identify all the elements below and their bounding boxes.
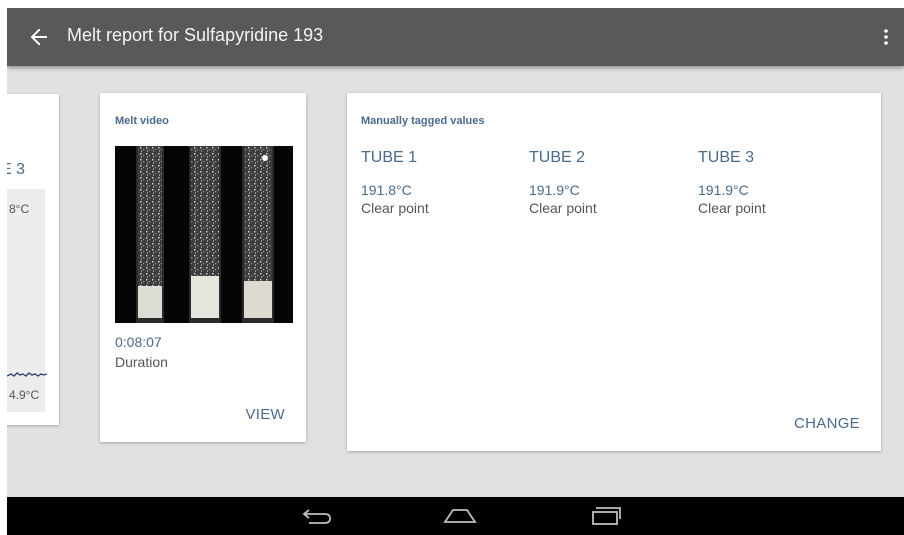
nav-recents-button[interactable] (585, 503, 625, 529)
back-icon (302, 509, 331, 524)
view-button[interactable]: VIEW (245, 406, 285, 423)
arrow-left-icon (30, 28, 47, 46)
recent-apps-icon (592, 507, 621, 525)
tube-heading: TUBE 2 (529, 149, 586, 166)
tube-3-column: TUBE 3 191.9°C Clear point (698, 149, 858, 216)
video-thumbnail[interactable] (115, 146, 293, 323)
app-screen: Melt report for Sulfapyridine 193 E 3 8°… (7, 8, 904, 535)
tube-heading: TUBE 1 (361, 149, 418, 166)
app-bar: Melt report for Sulfapyridine 193 (7, 8, 904, 66)
change-button[interactable]: CHANGE (794, 415, 860, 432)
tube-value-type: Clear point (529, 200, 597, 216)
tube-heading: TUBE 3 (698, 149, 755, 166)
melt-video-card: Melt video 0:08:07 Duration VIEW (100, 93, 306, 442)
tube-temperature: 191.9°C (529, 182, 580, 198)
tube-value-type: Clear point (698, 200, 766, 216)
temperature-chart-card[interactable]: E 3 8°C 4.9°C (7, 94, 59, 425)
home-icon (443, 509, 477, 523)
chart-trace (7, 372, 47, 377)
tagged-values-card: Manually tagged values TUBE 1 191.8°C Cl… (347, 93, 881, 451)
overflow-menu-button[interactable] (876, 24, 896, 50)
nav-back-button[interactable] (297, 503, 337, 529)
more-vertical-icon (884, 29, 888, 45)
video-duration-label: Duration (115, 354, 168, 370)
back-button[interactable] (25, 23, 53, 51)
tube-value-type: Clear point (361, 200, 429, 216)
tube-1-column: TUBE 1 191.8°C Clear point (361, 149, 521, 216)
melt-tubes-image (115, 146, 293, 323)
tube-2-column: TUBE 2 191.9°C Clear point (529, 149, 689, 216)
card-title: Manually tagged values (361, 115, 485, 127)
tube-temperature: 191.8°C (361, 182, 412, 198)
page-title: Melt report for Sulfapyridine 193 (67, 25, 324, 45)
system-nav-bar (7, 497, 904, 535)
tube-temperature: 191.9°C (698, 182, 749, 198)
chart-card-heading: E 3 (7, 161, 25, 178)
chart-min-value: 4.9°C (9, 388, 40, 402)
video-duration: 0:08:07 (115, 334, 162, 350)
card-title: Melt video (115, 115, 169, 127)
chart-max-value: 8°C (9, 202, 30, 216)
nav-home-button[interactable] (440, 503, 480, 529)
